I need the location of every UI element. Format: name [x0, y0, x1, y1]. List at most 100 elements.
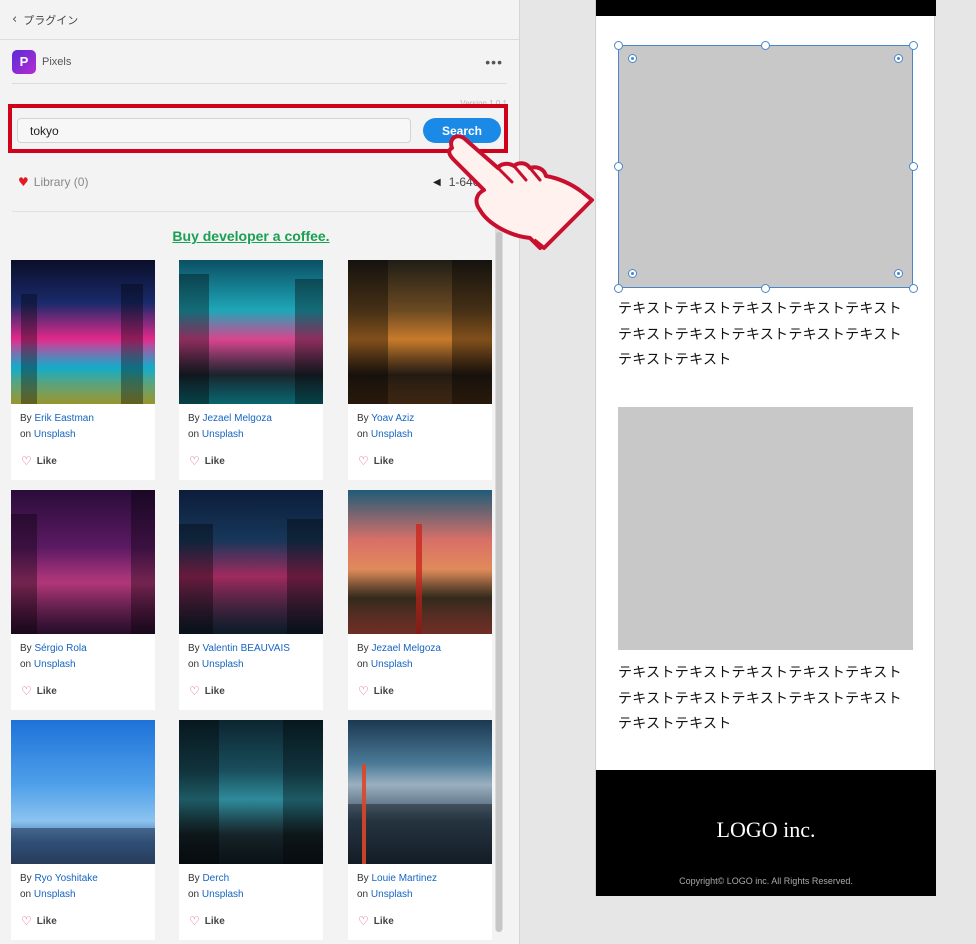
- photo-card[interactable]: By Sérgio Rola on Unsplash ♡ Like: [11, 490, 155, 710]
- resize-handle[interactable]: [761, 41, 770, 50]
- on-label: on: [357, 889, 369, 900]
- heart-outline-icon: ♡: [21, 454, 32, 468]
- like-button[interactable]: ♡ Like: [189, 684, 225, 698]
- resize-handle[interactable]: [761, 284, 770, 293]
- corner-radius-handle[interactable]: [894, 269, 903, 278]
- source-link[interactable]: Unsplash: [34, 659, 76, 670]
- author-link[interactable]: Sérgio Rola: [34, 643, 86, 654]
- by-label: By: [357, 413, 369, 424]
- source-link[interactable]: Unsplash: [202, 889, 244, 900]
- selection-box[interactable]: [618, 45, 913, 288]
- source-link[interactable]: Unsplash: [202, 429, 244, 440]
- library-label: Library (0): [33, 175, 89, 189]
- heart-outline-icon: ♡: [21, 684, 32, 698]
- source-link[interactable]: Unsplash: [34, 429, 76, 440]
- photo-thumbnail[interactable]: [179, 490, 323, 634]
- text-line: テキストテキストテキストテキストテキスト: [618, 665, 902, 681]
- by-label: By: [20, 413, 32, 424]
- back-to-plugins[interactable]: ‹ プラグイン: [0, 0, 519, 40]
- like-button[interactable]: ♡ Like: [358, 454, 394, 468]
- photo-thumbnail[interactable]: [179, 720, 323, 864]
- source-link[interactable]: Unsplash: [371, 659, 413, 670]
- coffee-link[interactable]: Buy developer a coffee.: [0, 228, 502, 244]
- photo-card[interactable]: By Valentin BEAUVAIS on Unsplash ♡ Like: [179, 490, 323, 710]
- photo-thumbnail[interactable]: [11, 260, 155, 404]
- footer-logo: LOGO inc.: [716, 817, 816, 842]
- resize-handle[interactable]: [909, 41, 918, 50]
- author-link[interactable]: Ryo Yoshitake: [34, 873, 97, 884]
- image-placeholder[interactable]: [618, 407, 913, 650]
- heart-outline-icon: ♡: [358, 914, 369, 928]
- resize-handle[interactable]: [614, 41, 623, 50]
- source-link[interactable]: Unsplash: [34, 889, 76, 900]
- photo-card[interactable]: By Ryo Yoshitake on Unsplash ♡ Like: [11, 720, 155, 940]
- chevron-left-icon: ‹: [12, 12, 18, 27]
- heart-icon: ♥: [18, 175, 29, 189]
- source-link[interactable]: Unsplash: [371, 889, 413, 900]
- author-link[interactable]: Yoav Aziz: [371, 413, 414, 424]
- photo-thumbnail[interactable]: [348, 490, 492, 634]
- pointing-hand-icon: [447, 134, 594, 250]
- source-link[interactable]: Unsplash: [371, 429, 413, 440]
- photo-card[interactable]: By Jezael Melgoza on Unsplash ♡ Like: [179, 260, 323, 480]
- photo-thumbnail[interactable]: [348, 720, 492, 864]
- more-icon[interactable]: •••: [485, 54, 503, 70]
- search-input[interactable]: [17, 118, 411, 143]
- heart-outline-icon: ♡: [189, 684, 200, 698]
- photo-thumbnail[interactable]: [11, 720, 155, 864]
- artboard: テキストテキストテキストテキストテキスト テキストテキストテキストテキストテキス…: [595, 0, 936, 896]
- pixels-logo: P: [12, 49, 36, 74]
- text-line: テキストテキスト: [618, 352, 732, 368]
- resize-handle[interactable]: [614, 284, 623, 293]
- photo-thumbnail[interactable]: [179, 260, 323, 404]
- photo-card[interactable]: By Erik Eastman on Unsplash ♡ Like: [11, 260, 155, 480]
- author-link[interactable]: Louie Martinez: [371, 873, 437, 884]
- photo-card[interactable]: By Louie Martinez on Unsplash ♡ Like: [348, 720, 492, 940]
- by-label: By: [188, 873, 200, 884]
- author-link[interactable]: Jezael Melgoza: [202, 413, 271, 424]
- photo-thumbnail[interactable]: [348, 260, 492, 404]
- like-button[interactable]: ♡ Like: [358, 914, 394, 928]
- like-label: Like: [36, 915, 57, 927]
- like-button[interactable]: ♡ Like: [21, 914, 57, 928]
- like-button[interactable]: ♡ Like: [189, 454, 225, 468]
- photo-thumbnail[interactable]: [11, 490, 155, 634]
- author-link[interactable]: Erik Eastman: [34, 413, 93, 424]
- corner-radius-handle[interactable]: [628, 269, 637, 278]
- like-button[interactable]: ♡ Like: [189, 914, 225, 928]
- photo-card[interactable]: By Yoav Aziz on Unsplash ♡ Like: [348, 260, 492, 480]
- text-line: テキストテキスト: [618, 716, 732, 732]
- heart-outline-icon: ♡: [21, 914, 32, 928]
- like-button[interactable]: ♡ Like: [21, 684, 57, 698]
- photo-card[interactable]: By Jezael Melgoza on Unsplash ♡ Like: [348, 490, 492, 710]
- author-link[interactable]: Valentin BEAUVAIS: [202, 643, 289, 654]
- corner-radius-handle[interactable]: [628, 54, 637, 63]
- like-button[interactable]: ♡ Like: [358, 684, 394, 698]
- text-line: テキストテキストテキストテキストテキスト: [618, 326, 902, 343]
- like-button[interactable]: ♡ Like: [21, 454, 57, 468]
- library-link[interactable]: ♥ Library (0): [18, 175, 88, 189]
- by-label: By: [188, 413, 200, 424]
- body-text-1: テキストテキストテキストテキストテキスト テキストテキストテキストテキストテキス…: [618, 297, 918, 374]
- on-label: on: [188, 889, 200, 900]
- on-label: on: [188, 429, 200, 440]
- by-label: By: [20, 873, 32, 884]
- plugin-name: Pixels: [42, 55, 72, 68]
- text-line: テキストテキストテキストテキストテキスト: [618, 690, 902, 707]
- source-link[interactable]: Unsplash: [202, 659, 244, 670]
- photo-card[interactable]: By Derch on Unsplash ♡ Like: [179, 720, 323, 940]
- by-label: By: [357, 873, 369, 884]
- plugin-header: P Pixels •••: [12, 40, 507, 84]
- scrollbar-thumb[interactable]: [496, 232, 502, 932]
- author-link[interactable]: Derch: [202, 873, 229, 884]
- resize-handle[interactable]: [909, 162, 918, 171]
- resize-handle[interactable]: [614, 162, 623, 171]
- like-label: Like: [204, 915, 225, 927]
- like-label: Like: [373, 915, 394, 927]
- corner-radius-handle[interactable]: [894, 54, 903, 63]
- breadcrumb: プラグイン: [23, 13, 79, 27]
- on-label: on: [188, 659, 200, 670]
- author-link[interactable]: Jezael Melgoza: [371, 643, 440, 654]
- resize-handle[interactable]: [909, 284, 918, 293]
- like-label: Like: [204, 455, 225, 467]
